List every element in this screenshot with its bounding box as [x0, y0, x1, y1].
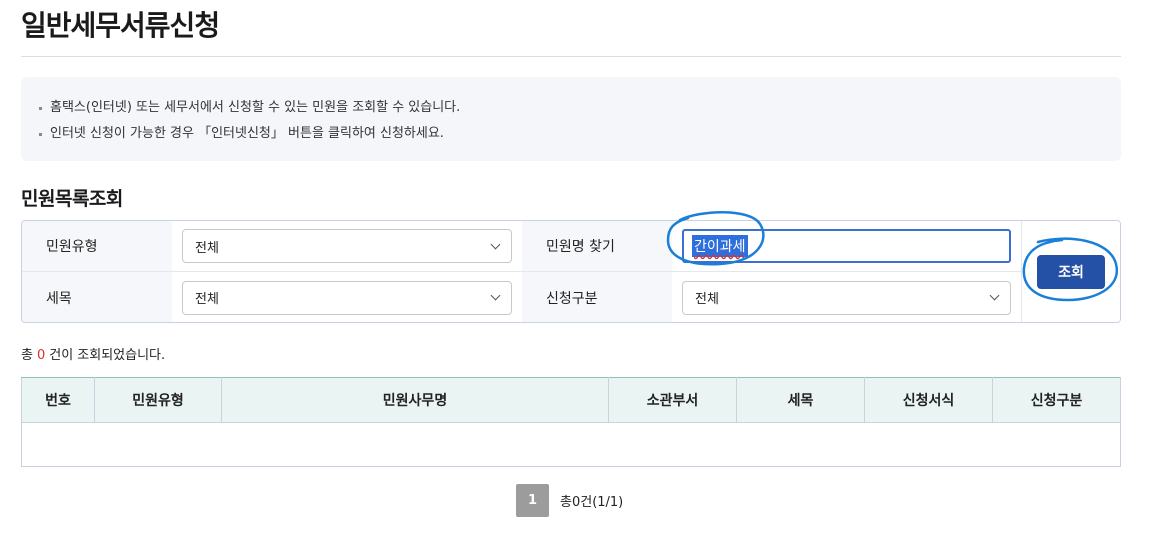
page-button-current[interactable]: 1: [516, 484, 549, 517]
table-header-row: 번호 민원유형 민원사무명 소관부서 세목 신청서식 신청구분: [21, 377, 1121, 423]
search-button-area: 조회: [1021, 221, 1120, 322]
type-select-value: 전체: [195, 240, 219, 256]
notice-text: 홈택스(인터넷) 또는 세무서에서 신청할 수 있는 민원을 조회할 수 있습니…: [50, 100, 461, 115]
bullet-icon: [39, 132, 42, 136]
tax-item-select[interactable]: 전체: [182, 280, 512, 315]
tax-item-field-cell: 전체: [172, 272, 522, 322]
title-divider: [21, 56, 1121, 57]
column-header-department: 소관부서: [608, 377, 737, 423]
type-label: 민원유형: [22, 221, 172, 272]
result-count-prefix: 총: [21, 348, 33, 363]
notice-line: 인터넷 신청이 가능한 경우 「인터넷신청」 버튼을 클릭하여 신청하세요.: [39, 121, 1103, 147]
type-select[interactable]: 전체: [182, 229, 512, 263]
tax-item-select-value: 전체: [195, 292, 219, 307]
apply-type-field-cell: 전체: [672, 272, 1021, 322]
name-label: 민원명 찾기: [522, 221, 672, 272]
chevron-down-icon: [490, 239, 501, 249]
column-header-apply-type: 신청구분: [992, 377, 1121, 423]
section-title: 민원목록조회: [21, 188, 123, 210]
search-button[interactable]: 조회: [1037, 254, 1105, 289]
table-row: [21, 422, 1121, 467]
notice-box: 홈택스(인터넷) 또는 세무서에서 신청할 수 있는 민원을 조회할 수 있습니…: [21, 77, 1121, 161]
pagination: 1 총0건(1/1): [516, 484, 623, 517]
apply-type-label: 신청구분: [522, 272, 672, 322]
name-field-cell: 간이과세: [672, 221, 1021, 272]
results-table: 번호 민원유형 민원사무명 소관부서 세목 신청서식 신청구분: [21, 377, 1121, 467]
column-header-number: 번호: [21, 377, 95, 423]
type-field-cell: 전체: [172, 221, 522, 272]
search-grid: 민원유형 전체 민원명 찾기 간이과세 세목 전체 신청구분 전체: [22, 221, 1021, 322]
column-header-type: 민원유형: [94, 377, 222, 423]
notice-text: 인터넷 신청이 가능한 경우 「인터넷신청」 버튼을 클릭하여 신청하세요.: [50, 126, 444, 141]
name-search-input[interactable]: 간이과세: [682, 229, 1011, 263]
notice-line: 홈택스(인터넷) 또는 세무서에서 신청할 수 있는 민원을 조회할 수 있습니…: [39, 95, 1103, 121]
apply-type-select-value: 전체: [695, 292, 719, 307]
chevron-down-icon: [490, 290, 501, 301]
result-count: 총 0 건이 조회되었습니다.: [21, 344, 165, 363]
result-count-suffix: 건이 조회되었습니다.: [49, 348, 166, 363]
column-header-name: 민원사무명: [221, 377, 609, 423]
search-form: 민원유형 전체 민원명 찾기 간이과세 세목 전체 신청구분 전체 조회: [21, 220, 1121, 323]
result-count-number: 0: [36, 348, 46, 363]
tax-item-label: 세목: [22, 272, 172, 322]
name-search-value: 간이과세: [692, 235, 748, 257]
pagination-summary: 총0건(1/1): [560, 495, 624, 510]
column-header-form: 신청서식: [864, 377, 993, 423]
bullet-icon: [39, 106, 42, 110]
column-header-tax-item: 세목: [736, 377, 865, 423]
apply-type-select[interactable]: 전체: [682, 280, 1011, 315]
chevron-down-icon: [989, 290, 1000, 301]
page-title: 일반세무서류신청: [21, 9, 220, 42]
empty-row-cell: [21, 422, 1121, 467]
